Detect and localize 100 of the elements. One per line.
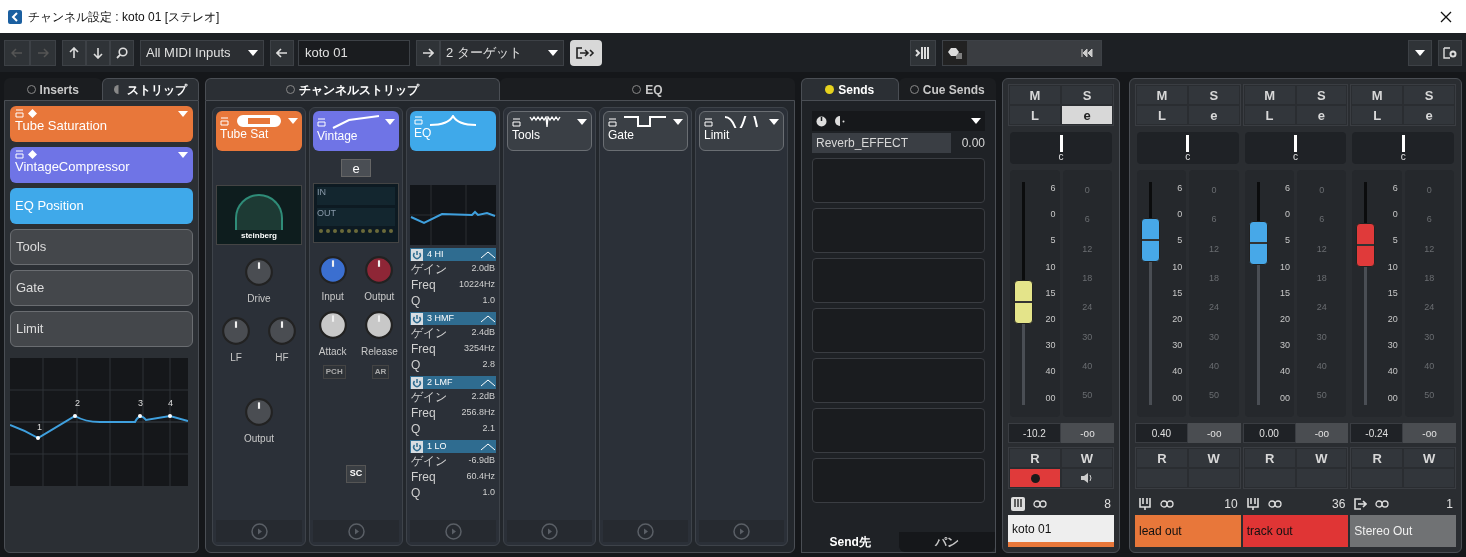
channel-button[interactable]: M [1351,85,1404,105]
module-slot[interactable]: Limit [10,311,193,347]
panel-tab[interactable]: ストリップ [101,78,199,100]
play-icon[interactable] [444,522,462,540]
channel-button[interactable]: M [1136,85,1188,105]
channel-button[interactable]: L [1243,105,1296,125]
panel-tab[interactable]: EQ [500,78,795,100]
edit-button[interactable]: e [341,159,371,177]
fader-thumb[interactable] [1248,221,1268,266]
mode-switch[interactable]: AR [371,365,390,379]
channel-button[interactable]: L [1136,105,1188,125]
keyboard-button[interactable] [910,39,936,66]
send-level-value[interactable]: 0.00 [951,133,985,153]
channel-name-field[interactable]: koto 01 [1008,515,1114,547]
channel-button[interactable]: e [1403,105,1455,125]
automation-button[interactable]: W [1187,448,1240,468]
channel-button[interactable]: M [1243,85,1296,105]
previous-channel-button[interactable] [270,39,294,66]
channel-button[interactable]: S [1187,85,1240,105]
fader-thumb[interactable] [1014,280,1033,325]
channel-name-field[interactable]: track out [1242,515,1349,547]
next-channel-button[interactable] [416,39,440,66]
channel-button[interactable]: e [1295,105,1348,125]
automation-button[interactable]: R [1009,448,1061,468]
param-value: 2.4dB [471,326,495,340]
scale-label: 10 [1045,260,1056,274]
module-slot[interactable]: Tools [10,229,193,265]
module-slot[interactable]: Gate [10,270,193,306]
channel-button[interactable]: S [1403,85,1455,105]
channel-button[interactable]: M [1009,85,1061,105]
fader-thumb[interactable] [1356,223,1376,268]
channel-button[interactable]: L [1351,105,1404,125]
settings-button[interactable] [1438,39,1462,66]
midi-input-dropdown[interactable]: All MIDI Inputs [140,39,264,66]
fader-thumb[interactable] [1141,217,1160,262]
module-header[interactable]: Vintage [313,111,399,151]
monitor-button[interactable] [1061,468,1113,488]
channel-name-field[interactable]: koto 01 [298,39,410,66]
automation-button[interactable]: R [1136,448,1188,468]
scale-label: 00 [1387,391,1398,405]
pan-control[interactable]: c [1010,132,1112,164]
play-icon[interactable] [637,522,654,540]
panel-tab[interactable]: Cue Sends [898,78,996,100]
mode-switch[interactable]: PCH [322,365,346,379]
target-dropdown[interactable]: 2 ターゲット [440,39,564,66]
up-button[interactable] [62,39,86,66]
param-label: Freq [411,470,436,484]
route-button[interactable] [570,39,602,66]
band-number: 4 [168,398,173,408]
scale-label: 50 [1209,389,1219,403]
band-number: 2 [75,398,80,408]
search-button[interactable] [110,39,134,66]
menu-dropdown-button[interactable] [1408,39,1432,66]
channel-button[interactable]: S [1295,85,1348,105]
scale-label: 18 [1209,272,1219,286]
preset-slot[interactable] [942,39,1102,66]
automation-button[interactable]: R [1351,448,1404,468]
pan-control[interactable]: c [1352,132,1454,164]
pan-control[interactable]: c [1244,132,1347,164]
scale-label: 0 [1050,208,1056,222]
module-header[interactable]: Tools [507,111,592,151]
filter-shape-icon [481,250,495,259]
automation-button[interactable]: R [1243,448,1296,468]
close-icon[interactable] [1440,10,1452,23]
module-header[interactable]: Gate [603,111,688,151]
group-icon [1245,497,1260,511]
automation-button[interactable]: W [1061,448,1113,468]
channel-button[interactable]: S [1061,85,1113,105]
panel-tab[interactable]: Sends [801,78,899,100]
down-button[interactable] [86,39,110,66]
power-icon[interactable] [816,115,827,127]
play-icon[interactable] [250,522,268,540]
panel-tab[interactable]: Inserts [4,78,102,100]
scale-label: 30 [1387,339,1398,353]
automation-button[interactable]: W [1403,448,1455,468]
bypass-icon [15,150,24,159]
panel-tab[interactable]: チャンネルストリップ [205,78,500,100]
edit-icon [28,150,37,159]
channel-name-field[interactable]: Stereo Out [1350,515,1456,547]
record-button[interactable] [1009,468,1061,488]
channel-name-field[interactable]: lead out [1135,515,1241,547]
insert-slot[interactable]: VintageCompressor [10,147,193,183]
scale-label: 30 [1082,330,1093,344]
knob[interactable] [364,310,395,340]
play-icon[interactable] [347,522,365,540]
knob[interactable] [317,310,348,340]
channel-button[interactable]: e [1061,105,1113,125]
play-icon[interactable] [541,522,558,540]
band-name: 3 HMF [427,311,455,325]
automation-button[interactable]: W [1295,448,1348,468]
sidechain-button[interactable]: SC [345,465,367,483]
module-header[interactable]: Limit [699,111,784,151]
channel-button[interactable]: L [1009,105,1061,125]
pre-post-icon[interactable] [835,115,846,127]
pan-control[interactable]: c [1137,132,1239,164]
send-destination[interactable]: Reverb_EFFECT [812,133,951,153]
play-icon[interactable] [733,522,750,540]
channel-button[interactable]: e [1187,105,1240,125]
dropdown-caret-icon [577,119,587,125]
panel-tab[interactable]: パン [898,532,995,552]
